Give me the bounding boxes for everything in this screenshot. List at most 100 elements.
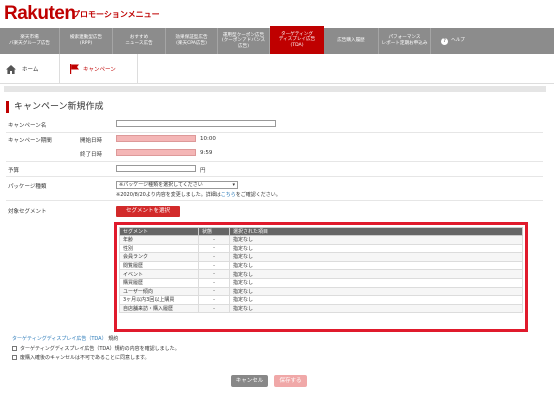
package-select-value: ※パッケージ種類を選択してください bbox=[119, 182, 203, 188]
terms-suffix: 規約 bbox=[108, 336, 119, 342]
app-title: プロモーションメニュー bbox=[72, 10, 160, 19]
segment-name: イベント bbox=[119, 269, 199, 279]
table-row: イベント - 指定なし bbox=[119, 269, 523, 279]
nav-help-label: ヘルプ bbox=[451, 38, 465, 44]
divider-bar bbox=[4, 86, 546, 92]
segment-status: - bbox=[198, 243, 230, 254]
nav-item-help[interactable]: ? ヘルプ bbox=[431, 28, 475, 54]
segment-selected: 指定なし bbox=[229, 252, 523, 262]
nav-item-coupon[interactable]: 運用型クーポン広告 (クーポンアドバンス 広告) bbox=[218, 28, 270, 54]
terms-link[interactable]: ターゲティングディスプレイ広告（TDA） bbox=[12, 336, 107, 342]
segment-status: - bbox=[198, 286, 230, 297]
start-date-input[interactable] bbox=[116, 135, 196, 142]
package-label: パッケージ種類 bbox=[8, 184, 47, 190]
segment-name: 年齢 bbox=[119, 235, 199, 245]
segment-selected: 指定なし bbox=[229, 295, 523, 305]
nav-item-rpp[interactable]: 検索連動型広告 (RPP) bbox=[60, 28, 113, 54]
segment-selected: 指定なし bbox=[229, 243, 523, 254]
segment-name: 購買履歴 bbox=[119, 277, 199, 288]
nav-item-rakuten-ichiba[interactable]: 楽天市場 バ楽天グループ広告 bbox=[0, 28, 60, 54]
table-row: ユーザー傾向 - 指定なし bbox=[119, 286, 523, 297]
no-cancel-checkbox[interactable] bbox=[12, 355, 17, 360]
budget-input[interactable] bbox=[116, 165, 196, 172]
start-label: 開始日時 bbox=[80, 138, 103, 144]
segment-status: - bbox=[198, 295, 230, 305]
save-button[interactable]: 保存する bbox=[274, 375, 307, 387]
cancel-button[interactable]: キャンセル bbox=[231, 375, 268, 387]
segment-status: - bbox=[198, 252, 230, 262]
nav-item-tda[interactable]: ターゲティング ディスプレイ広告 (TDA) bbox=[270, 26, 324, 54]
segment-selected: 指定なし bbox=[229, 286, 523, 297]
segment-status: - bbox=[198, 277, 230, 288]
col-status: 状態 bbox=[198, 227, 230, 236]
page-title: キャンペーン新規作成 bbox=[6, 101, 104, 113]
end-date-input[interactable] bbox=[116, 149, 196, 156]
table-row: 会員ランク - 指定なし bbox=[119, 252, 523, 262]
row-segment: 対象セグメント セグメントを選択 bbox=[6, 200, 543, 220]
terms-check-row-2: 废購入確後のキャンセルは不可であることに同意します。 bbox=[12, 354, 149, 361]
chevron-down-icon: ▾ bbox=[232, 182, 235, 188]
nav-item-purchase-history[interactable]: 広告購入履歴 bbox=[324, 28, 379, 54]
terms-check-label: ターゲティングディスプレイ広告（TDA）規約の内容を確認しました。 bbox=[20, 346, 180, 352]
segment-selected: 指定なし bbox=[229, 277, 523, 288]
segment-status: - bbox=[198, 269, 230, 279]
segment-name: 3ヶ月以内3回以上購買 bbox=[119, 295, 199, 305]
segment-selected: 指定なし bbox=[229, 269, 523, 279]
campaign-name-label: キャンペーン名 bbox=[8, 123, 47, 129]
table-row: 年齢 - 指定なし bbox=[119, 235, 523, 245]
segment-name: 性別 bbox=[119, 243, 199, 254]
breadcrumb-campaign-label: キャンペーン bbox=[83, 67, 116, 73]
row-period-end: 終了日時 9:59 bbox=[6, 146, 543, 162]
nav-item-cpa[interactable]: 効果保証型広告 (楽天CPA広告) bbox=[166, 28, 218, 54]
segment-selected: 指定なし bbox=[229, 303, 523, 314]
flag-icon bbox=[70, 64, 79, 74]
row-campaign-name: キャンペーン名 bbox=[6, 117, 543, 133]
package-note-text: ※2020/8/20より内容を変更しました。詳細は bbox=[116, 192, 221, 198]
table-row: 自店舗来訪・購入履歴 - 指定なし bbox=[119, 303, 523, 314]
budget-unit: 円 bbox=[200, 168, 206, 174]
breadcrumb-campaign[interactable]: キャンペーン bbox=[60, 54, 138, 84]
nav-item-performance-report[interactable]: パフォーマンス レポート定期お申込み bbox=[379, 28, 431, 54]
breadcrumb-home-label: ホーム bbox=[22, 67, 39, 73]
row-period-start: キャンペーン期間 開始日時 10:00 bbox=[6, 132, 543, 146]
package-note-text-end: をご確認ください。 bbox=[235, 192, 281, 198]
breadcrumb-home[interactable]: ホーム bbox=[0, 54, 60, 84]
segment-name: ユーザー傾向 bbox=[119, 286, 199, 297]
segment-selected: 指定なし bbox=[229, 235, 523, 245]
start-time[interactable]: 10:00 bbox=[200, 136, 216, 142]
package-note: ※2020/8/20より内容を変更しました。詳細はこちらをご確認ください。 bbox=[116, 191, 281, 198]
row-package: パッケージ種類 ※パッケージ種類を選択してください ▾ ※2020/8/20より… bbox=[6, 176, 543, 201]
no-cancel-check-label: 废購入確後のキャンセルは不可であることに同意します。 bbox=[20, 355, 150, 361]
budget-label: 予算 bbox=[8, 168, 20, 174]
segment-name: 自店舗来訪・購入履歴 bbox=[119, 303, 199, 314]
segment-status: - bbox=[198, 235, 230, 245]
segment-label: 対象セグメント bbox=[8, 209, 47, 215]
package-note-link[interactable]: こちら bbox=[221, 192, 236, 198]
header: Rakuten プロモーションメニュー bbox=[0, 0, 554, 28]
select-segment-button[interactable]: セグメントを選択 bbox=[116, 206, 180, 217]
breadcrumb: ホーム キャンペーン bbox=[0, 54, 554, 84]
package-select[interactable]: ※パッケージ種類を選択してください ▾ bbox=[116, 181, 238, 189]
row-budget: 予算 円 bbox=[6, 161, 543, 177]
segment-table-header: セグメント 状態 選択された項目 bbox=[119, 227, 523, 236]
nav-item-news[interactable]: おすすめ ニュース広告 bbox=[113, 28, 166, 54]
end-time[interactable]: 9:59 bbox=[200, 150, 212, 156]
table-row: 閲覧履歴 - 指定なし bbox=[119, 260, 523, 271]
home-icon bbox=[6, 64, 16, 74]
col-segment: セグメント bbox=[119, 227, 199, 236]
segment-status: - bbox=[198, 260, 230, 271]
segment-status: - bbox=[198, 303, 230, 314]
end-label: 終了日時 bbox=[80, 152, 103, 158]
table-row: 性別 - 指定なし bbox=[119, 243, 523, 254]
campaign-name-input[interactable] bbox=[116, 120, 276, 127]
main-nav: 楽天市場 バ楽天グループ広告 検索連動型広告 (RPP) おすすめ ニュース広告… bbox=[0, 26, 554, 54]
segment-selected: 指定なし bbox=[229, 260, 523, 271]
segment-name: 会員ランク bbox=[119, 252, 199, 262]
rakuten-logo[interactable]: Rakuten bbox=[4, 3, 76, 25]
terms-line: ターゲティングディスプレイ広告（TDA） 規約 bbox=[12, 335, 118, 342]
segment-table-highlight: セグメント 状態 選択された項目 年齢 - 指定なし 性別 - 指定なし 会員ランク - 指… bbox=[114, 222, 528, 332]
segment-name: 閲覧履歴 bbox=[119, 260, 199, 271]
terms-checkbox[interactable] bbox=[12, 346, 17, 351]
help-icon: ? bbox=[441, 37, 449, 45]
terms-check-row-1: ターゲティングディスプレイ広告（TDA）規約の内容を確認しました。 bbox=[12, 345, 180, 352]
